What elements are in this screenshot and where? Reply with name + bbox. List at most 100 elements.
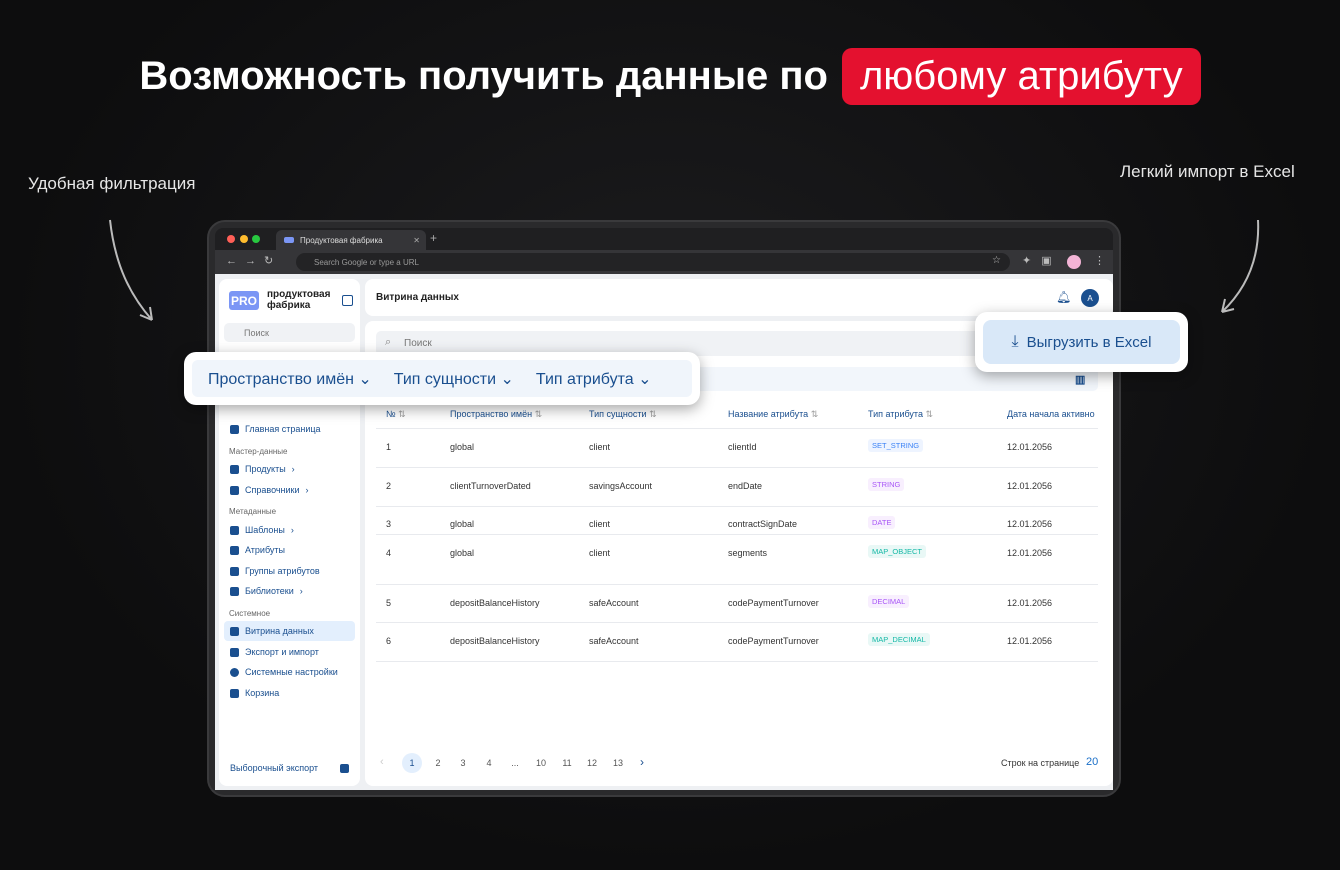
- page-button[interactable]: 2: [428, 753, 448, 773]
- gift-icon: [230, 647, 239, 657]
- rows-per-page-select[interactable]: 20: [1086, 756, 1098, 768]
- browser-tab[interactable]: Продуктовая фабрика ✕: [276, 230, 426, 250]
- nav-label: Витрина данных: [245, 626, 314, 636]
- maximize-window-button[interactable]: [252, 235, 260, 243]
- bell-icon[interactable]: 🔔︎: [1056, 290, 1071, 304]
- table-cell: 12.01.2056: [1007, 548, 1053, 558]
- url-input[interactable]: Search Google or type a URL: [296, 253, 1010, 271]
- table-cell: safeAccount: [589, 598, 639, 608]
- search-icon: ⌕: [385, 336, 392, 348]
- gift-icon: [340, 763, 349, 773]
- selective-export-button[interactable]: Выборочный экспорт: [224, 758, 355, 778]
- profile-icon[interactable]: [1067, 255, 1081, 269]
- sidebar-item-libraries[interactable]: Библиотеки ›: [224, 581, 355, 601]
- column-header[interactable]: Тип атрибута ⇅: [868, 409, 933, 420]
- nav-label: Системные настройки: [245, 667, 338, 677]
- sidebar-item-templates[interactable]: Шаблоны ›: [224, 520, 355, 540]
- attribute-type-badge: SET_STRING: [868, 439, 924, 452]
- sort-icon[interactable]: ⇅: [649, 409, 657, 419]
- export-label: Выгрузить в Excel: [1026, 333, 1152, 351]
- sort-icon[interactable]: ⇅: [925, 409, 933, 419]
- sidebar-item-export-import[interactable]: Экспорт и импорт: [224, 642, 355, 662]
- star-icon[interactable]: ☆: [992, 255, 1001, 266]
- table-cell: endDate: [728, 481, 763, 491]
- table-cell: 12.01.2056: [1007, 519, 1053, 529]
- page-button[interactable]: 10: [531, 753, 551, 773]
- url-placeholder: Search Google or type a URL: [314, 257, 419, 267]
- filter-attribute-type[interactable]: Тип атрибута ⌄: [536, 369, 652, 389]
- avatar[interactable]: A: [1081, 289, 1099, 307]
- column-header[interactable]: Тип сущности ⇅: [589, 409, 657, 420]
- sidebar-item-settings[interactable]: Системные настройки: [224, 662, 355, 682]
- chevron-down-icon: ⌄: [638, 370, 652, 388]
- arrow-left-icon: [109, 219, 153, 321]
- sidebar-item-attributes[interactable]: Атрибуты: [224, 540, 355, 560]
- logo-text: продуктовая фабрика: [267, 289, 330, 311]
- column-header[interactable]: Пространство имён ⇅: [450, 409, 542, 420]
- sort-icon[interactable]: ⇅: [535, 409, 543, 419]
- table-cell: clientTurnoverDated: [450, 481, 531, 491]
- next-page-icon[interactable]: ›: [640, 755, 644, 769]
- minimize-window-button[interactable]: [240, 235, 248, 243]
- sort-icon[interactable]: ⇅: [811, 409, 819, 419]
- prev-page-icon[interactable]: ‹: [380, 756, 384, 768]
- sidebar-item-products[interactable]: Продукты ›: [224, 459, 355, 479]
- sidebar-item-data-showcase[interactable]: Витрина данных: [224, 621, 355, 641]
- page-button[interactable]: 3: [453, 753, 473, 773]
- column-header[interactable]: № ⇅: [386, 409, 406, 420]
- collapse-sidebar-icon[interactable]: [342, 295, 353, 306]
- menu-icon[interactable]: ⋮: [1094, 254, 1105, 267]
- new-tab-icon[interactable]: +: [430, 231, 437, 245]
- close-tab-icon[interactable]: ✕: [413, 236, 420, 245]
- table-cell: global: [450, 548, 475, 558]
- close-window-button[interactable]: [227, 235, 235, 243]
- table-cell: depositBalanceHistory: [450, 636, 540, 646]
- table-cell: codePaymentTurnover: [728, 598, 819, 608]
- table-cell: global: [450, 519, 475, 529]
- row-divider: [376, 467, 1098, 468]
- column-header[interactable]: Дата начала активно: [1007, 409, 1095, 419]
- table-cell: 6: [386, 636, 392, 646]
- columns-icon[interactable]: ▥: [1075, 373, 1085, 386]
- arrow-right-icon: [1221, 219, 1260, 313]
- attribute-type-badge: STRING: [868, 478, 905, 491]
- page-button[interactable]: 11: [557, 753, 577, 773]
- logo-line2: фабрика: [267, 300, 311, 311]
- filter-namespace[interactable]: Пространство имён ⌄: [208, 369, 372, 389]
- export-excel-button[interactable]: ⤓ Выгрузить в Excel: [983, 320, 1180, 364]
- attribute-type-badge: DECIMAL: [868, 595, 910, 608]
- table-cell: 12.01.2056: [1007, 636, 1053, 646]
- page-button[interactable]: 12: [582, 753, 602, 773]
- page-button[interactable]: 4: [479, 753, 499, 773]
- sidebar-item-home[interactable]: Главная страница: [224, 419, 355, 439]
- nav-buttons-icon[interactable]: ←→↻: [226, 254, 281, 267]
- note-filtering: Удобная фильтрация: [28, 174, 196, 193]
- column-label: Тип атрибута: [868, 409, 923, 419]
- nav-label: Главная страница: [245, 424, 321, 434]
- row-divider: [376, 506, 1098, 507]
- table-cell: contractSignDate: [728, 519, 798, 529]
- nav-label: Экспорт и импорт: [245, 647, 319, 657]
- sidebar-search-input[interactable]: Поиск: [224, 323, 355, 342]
- column-label: Тип сущности: [589, 409, 647, 419]
- filters-callout: Пространство имён ⌄ Тип сущности ⌄ Тип а…: [184, 352, 700, 405]
- filter-entity-type[interactable]: Тип сущности ⌄: [394, 369, 514, 389]
- rows-per-page-label: Строк на странице: [1001, 758, 1080, 768]
- table-cell: 1: [386, 442, 392, 452]
- page-button[interactable]: 13: [608, 753, 628, 773]
- table-cell: 5: [386, 598, 392, 608]
- column-header[interactable]: Название атрибута ⇅: [728, 409, 818, 420]
- page-button[interactable]: 1: [402, 753, 422, 773]
- sidebar-search-placeholder: Поиск: [244, 327, 269, 338]
- row-divider: [376, 584, 1098, 585]
- sort-icon[interactable]: ⇅: [398, 409, 406, 419]
- extensions-icon[interactable]: ✦▣: [1022, 254, 1062, 267]
- export-callout: ⤓ Выгрузить в Excel: [975, 312, 1188, 372]
- sidebar-item-attribute-groups[interactable]: Группы атрибутов: [224, 561, 355, 581]
- sidebar-item-dictionaries[interactable]: Справочники ›: [224, 480, 355, 500]
- filter-label: Пространство имён: [208, 370, 354, 388]
- sidebar-item-trash[interactable]: Корзина: [224, 683, 355, 703]
- nav-label: Корзина: [245, 688, 280, 698]
- table-cell: client: [589, 442, 611, 452]
- page-button[interactable]: ...: [505, 753, 525, 773]
